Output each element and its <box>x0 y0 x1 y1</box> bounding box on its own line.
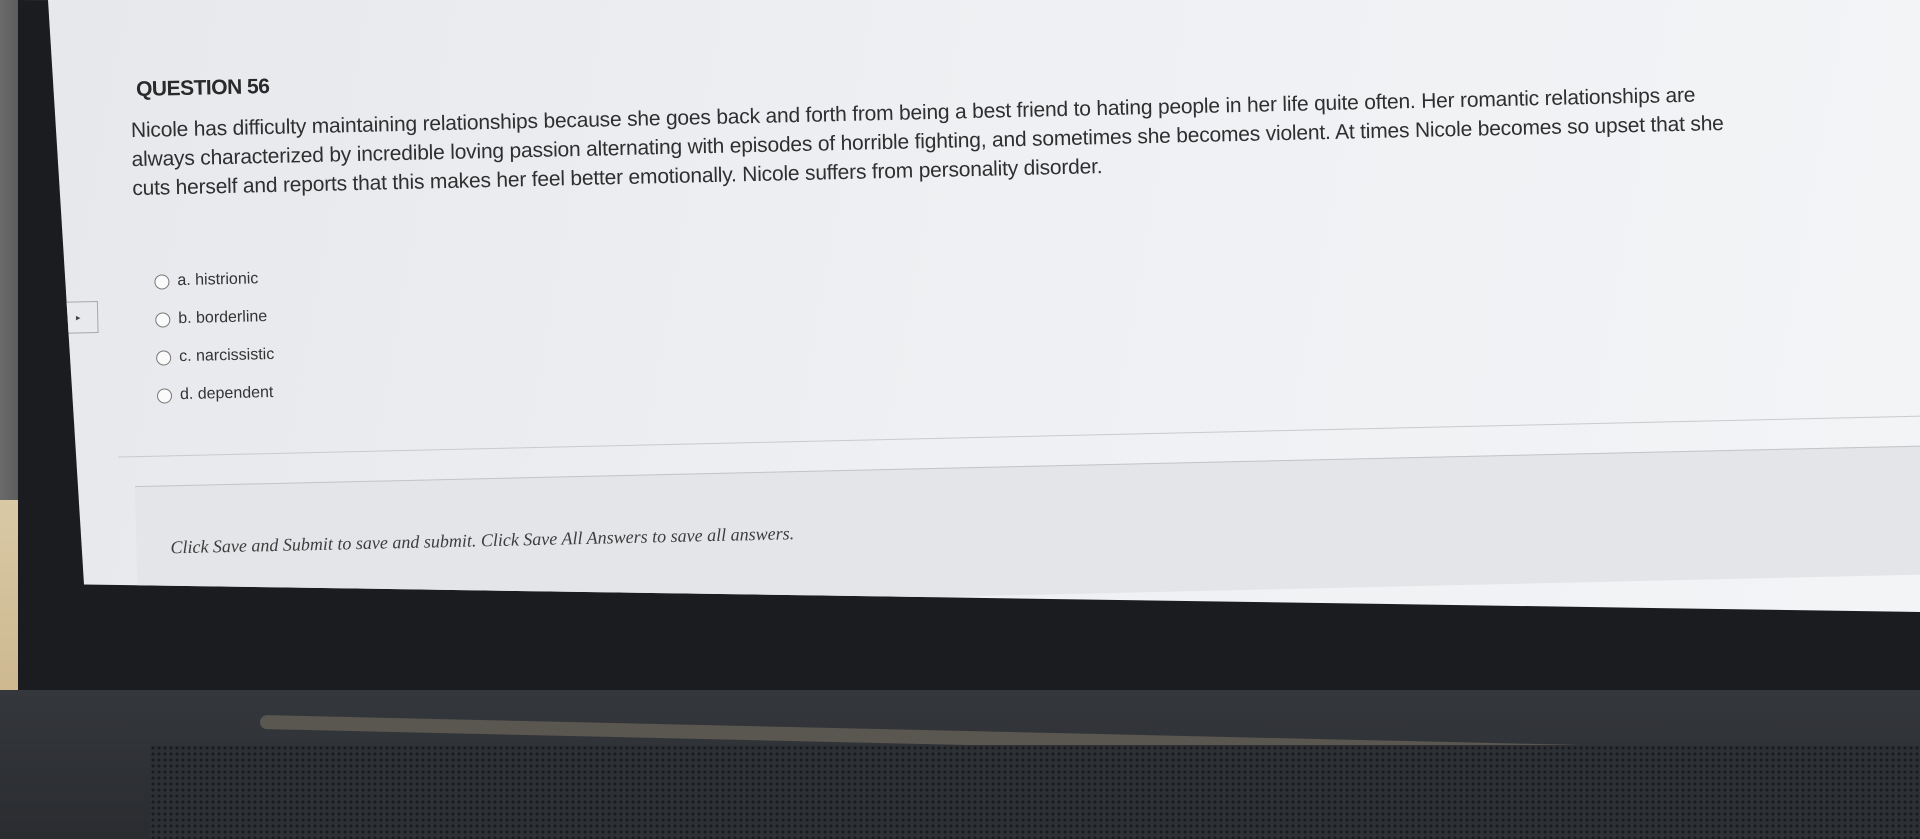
option-label: b. borderline <box>178 308 268 328</box>
option-label: c. narcissistic <box>178 345 275 366</box>
radio-button[interactable] <box>155 349 172 366</box>
option-label: a. histrionic <box>177 270 259 290</box>
radio-button[interactable] <box>156 387 173 404</box>
quiz-page: ▸ QUESTION 56 Nicole has difficulty main… <box>48 0 1920 612</box>
speaker-grille <box>150 745 1920 839</box>
option-c[interactable]: c. narcissistic <box>155 336 275 377</box>
answer-options: a. histrionic b. borderline c. narcissis… <box>154 260 276 415</box>
arrow-right-icon: ▸ <box>75 311 81 322</box>
question-text: Nicole has difficulty maintaining relati… <box>130 83 1724 201</box>
laptop-screen: ▸ QUESTION 56 Nicole has difficulty main… <box>48 0 1920 612</box>
option-a[interactable]: a. histrionic <box>154 260 273 301</box>
radio-button[interactable] <box>155 311 171 328</box>
option-d[interactable]: d. dependent <box>156 374 276 415</box>
question-title: QUESTION 56 <box>135 75 270 102</box>
option-label: d. dependent <box>179 383 274 404</box>
submit-instructions-panel <box>135 444 1920 612</box>
radio-button[interactable] <box>154 273 170 290</box>
option-b[interactable]: b. borderline <box>155 298 274 339</box>
photo-scene: ▸ QUESTION 56 Nicole has difficulty main… <box>0 0 1920 839</box>
